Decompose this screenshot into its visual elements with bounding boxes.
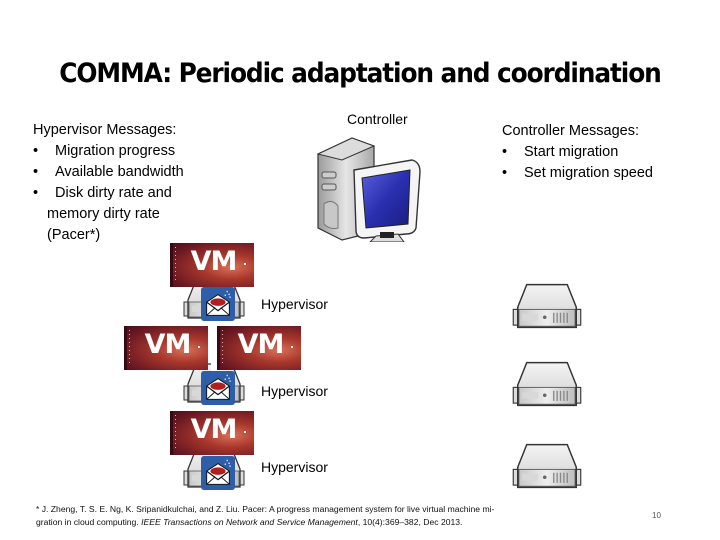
server-icon [511, 280, 583, 332]
hypervisor-label: Hypervisor [261, 459, 328, 475]
hypervisor-label: Hypervisor [261, 383, 328, 399]
hypervisor-message-item: Disk dirty rate and [33, 183, 184, 204]
vm-box: VM [217, 326, 301, 370]
footnote-text: gration in cloud computing. [36, 517, 142, 527]
mail-message-icon [201, 456, 235, 490]
vm-box: VM [124, 326, 208, 370]
footnote-reference: * J. Zheng, T. S. E. Ng, K. Sripanidkulc… [36, 503, 596, 529]
vm-label: VM [190, 414, 238, 445]
mail-message-icon [201, 371, 235, 405]
server-icon [511, 440, 583, 492]
server-icon [511, 358, 583, 410]
hypervisor-message-continuation: memory dirty rate [47, 206, 160, 222]
vm-label: VM [237, 329, 285, 360]
slide-title: COMMA: Periodic adaptation and coordinat… [59, 58, 662, 89]
mail-message-icon [201, 287, 235, 321]
vm-label: VM [144, 329, 192, 360]
page-number: 10 [652, 511, 661, 520]
footnote-line-1: * J. Zheng, T. S. E. Ng, K. Sripanidkulc… [36, 504, 495, 514]
footnote-text: , 10(4):369–382, Dec 2013. [357, 517, 463, 527]
controller-message-item: Start migration [502, 142, 653, 163]
hypervisor-message-item: Available bandwidth [33, 162, 184, 183]
hypervisor-messages-box: Hypervisor Messages: Migration progress … [33, 120, 184, 246]
controller-messages-heading: Controller Messages: [502, 123, 639, 139]
hypervisor-message-item: Migration progress [33, 141, 184, 162]
hypervisor-label: Hypervisor [261, 296, 328, 312]
controller-message-item: Set migration speed [502, 163, 653, 184]
vm-box: VM [170, 243, 254, 287]
vm-label: VM [190, 246, 238, 277]
controller-label: Controller [347, 111, 408, 127]
controller-messages-box: Controller Messages: Start migration Set… [502, 121, 653, 184]
hypervisor-message-continuation: (Pacer*) [47, 227, 101, 243]
vm-box: VM [170, 411, 254, 455]
footnote-journal: IEEE Transactions on Network and Service… [141, 517, 358, 527]
hypervisor-messages-heading: Hypervisor Messages: [33, 122, 177, 138]
footnote-line-2: gration in cloud computing. IEEE Transac… [36, 516, 596, 529]
controller-computer-icon [316, 137, 421, 242]
